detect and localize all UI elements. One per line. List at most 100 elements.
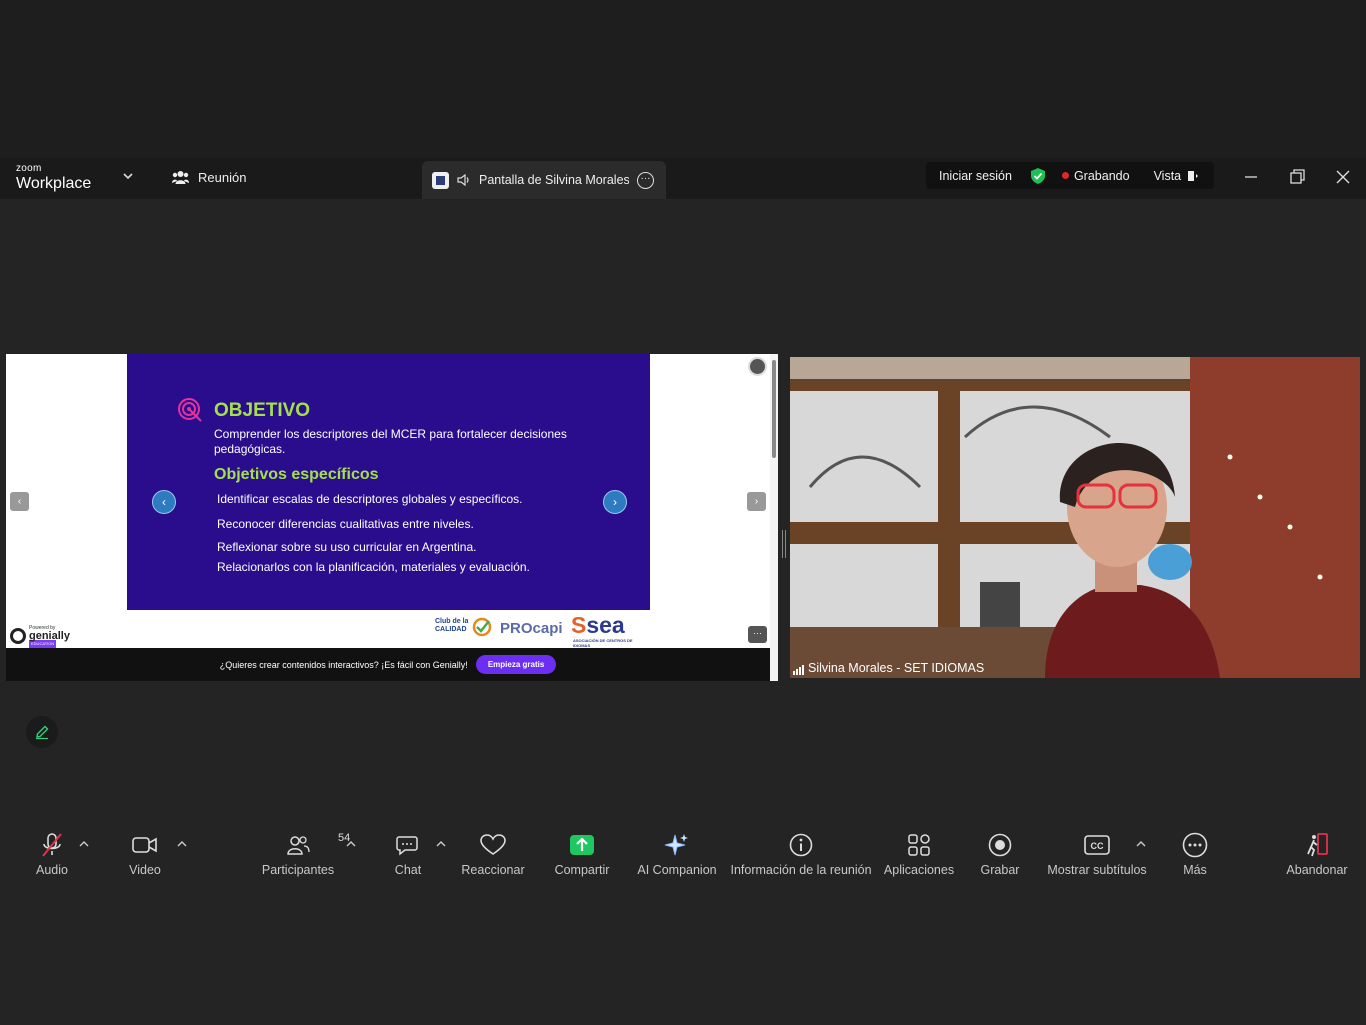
title-bar: zoom Workplace Reunión Pantalla de Silvi… [0,158,1366,199]
procapi-logo: PROcapi [500,620,563,637]
genially-tag: EDUCATION [29,640,57,648]
restore-icon[interactable] [1286,166,1308,188]
promo-text: ¿Quieres crear contenidos interactivos? … [219,659,468,670]
record-icon [988,833,1012,857]
camera-icon [132,837,157,853]
microphone-muted-icon [42,833,62,857]
slide-next-icon[interactable]: › [603,490,627,514]
meeting-toolbar: Audio Video 54 Participantes Chat Reacci… [0,830,1366,880]
genially-badge[interactable]: Powered by genially EDUCATION [10,624,70,648]
participant-name-tag: Silvina Morales - SET IDIOMAS [793,661,984,675]
next-page-icon[interactable]: › [747,492,766,511]
top-blank-area [0,0,1366,158]
more-button[interactable]: Más [1180,830,1210,880]
prev-page-icon[interactable]: ‹ [10,492,29,511]
zoom-workplace-logo[interactable]: zoom Workplace [16,164,91,192]
genially-promo-bar: ¿Quieres crear contenidos interactivos? … [6,648,770,681]
genially-logo-icon [10,628,26,644]
signal-strength-icon [793,665,804,675]
tab-meeting-label: Reunión [198,170,247,185]
captions-label: Mostrar subtítulos [1047,863,1147,877]
tab-screen-share-label: Pantalla de Silvina Morales - SET IDIOMA… [479,173,629,187]
slide-subtitle: Objetivos específicos [214,466,379,483]
presenter-logo-icon [432,171,449,189]
recording-indicator[interactable]: Grabando [1061,168,1130,183]
captions-button[interactable]: CC Mostrar subtítulos [1047,830,1147,880]
annotate-button[interactable] [26,716,58,748]
fullscreen-icon[interactable] [748,357,767,376]
shared-screen[interactable]: ‹ › OBJETIVO Comprender los descriptores… [6,354,778,681]
ai-companion-button[interactable]: AI Companion [637,830,717,880]
chevron-up-icon[interactable] [346,840,356,848]
share-screen-icon [570,835,594,855]
target-icon [178,398,202,422]
session-status-bar: Iniciar sesión Grabando Vista [926,162,1214,189]
minimize-icon[interactable] [1240,166,1262,188]
slide-prev-icon[interactable]: ‹ [152,490,176,514]
record-button[interactable]: Grabar [980,830,1020,880]
chevron-down-icon[interactable] [122,170,134,182]
slide-title: OBJETIVO [214,400,311,421]
tab-screen-share[interactable]: Pantalla de Silvina Morales - SET IDIOMA… [422,161,666,199]
participants-icon [287,836,310,855]
resize-handle[interactable] [782,530,786,558]
presentation-slide: OBJETIVO Comprender los descriptores del… [127,354,650,610]
chevron-up-icon[interactable] [1136,840,1146,848]
recording-label: Grabando [1073,168,1130,183]
signin-button[interactable]: Iniciar sesión [939,169,1012,183]
apps-button[interactable]: Aplicaciones [884,830,954,880]
video-frame [790,357,1360,678]
meeting-info-label: Información de la reunión [730,863,872,877]
sea-logo-text: sea [586,612,625,638]
more-label: Más [1183,863,1207,877]
chat-button[interactable]: Chat [392,830,424,880]
chevron-up-icon[interactable] [436,840,446,848]
slide-footer-logos: Club de la CALIDAD PROcapi Ssea ASOCIACI… [127,610,650,648]
pencil-icon [36,725,49,740]
record-dot-icon [1061,172,1069,179]
people-icon [172,171,189,184]
slide-bullet: Identificar escalas de descriptores glob… [217,492,523,506]
participant-video[interactable]: Silvina Morales - SET IDIOMAS [790,357,1360,678]
audio-label: Audio [36,863,68,877]
club-logo-line2: CALIDAD [435,626,467,633]
genially-name: genially [29,630,70,642]
logo-workplace-text: Workplace [16,175,92,192]
leave-button[interactable]: Abandonar [1286,830,1348,880]
react-button[interactable]: Reaccionar [461,830,525,880]
club-calidad-logo: Club de la CALIDAD [435,618,468,634]
meeting-info-button[interactable]: Información de la reunión [730,830,872,880]
chevron-up-icon[interactable] [177,840,187,848]
ai-sparkle-icon [664,834,688,856]
chat-icon [396,836,418,856]
ai-companion-label: AI Companion [637,863,717,877]
shield-check-icon[interactable] [1030,167,1046,185]
audio-button[interactable]: Audio [30,830,74,880]
sea-subtitle: ASOCIACIÓN DE CENTROS DE IDIOMAS [573,638,633,648]
participant-name: Silvina Morales - SET IDIOMAS [808,661,985,675]
close-icon[interactable] [1332,166,1354,188]
speaker-icon [457,174,469,186]
slide-bullet: Reflexionar sobre su uso curricular en A… [217,540,477,554]
chat-label: Chat [394,863,422,877]
view-button[interactable]: Vista [1154,169,1200,183]
slide-menu-icon[interactable]: ··· [748,626,767,643]
chevron-up-icon[interactable] [79,840,89,848]
slide-bullet: Relacionarlos con la planificación, mate… [217,560,530,574]
slide-bullet: Reconocer diferencias cualitativas entre… [217,517,474,531]
apps-icon [908,834,930,856]
view-layout-icon [1188,170,1199,181]
share-button[interactable]: Compartir [553,830,611,880]
share-label: Compartir [554,863,610,877]
participants-label: Participantes [261,863,335,877]
scrollbar-thumb[interactable] [772,360,776,458]
closed-captions-icon: CC [1084,835,1110,855]
more-options-icon[interactable]: ··· [637,171,654,189]
video-button[interactable]: Video [124,830,166,880]
logo-zoom-text: zoom [16,163,42,174]
tab-meeting[interactable]: Reunión [172,170,246,185]
start-free-button[interactable]: Empieza gratis [475,655,557,674]
scrollbar[interactable] [770,354,778,681]
react-label: Reaccionar [461,863,525,877]
participants-button[interactable]: 54 Participantes [261,830,350,880]
